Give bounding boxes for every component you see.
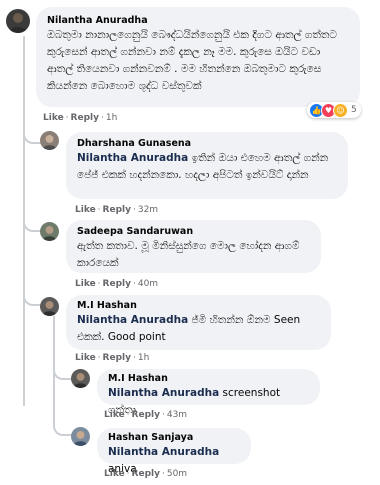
separator: · — [97, 279, 101, 289]
separator: · — [65, 113, 69, 123]
like-button[interactable]: Like — [104, 410, 125, 420]
avatar-image — [71, 369, 90, 388]
reaction-summary[interactable]: 👍 ♥ ☺ 5 — [307, 102, 361, 118]
reply-button[interactable]: Reply — [71, 113, 99, 123]
comment-actions: Like · Reply · 32m — [75, 204, 158, 216]
avatar[interactable] — [71, 369, 90, 388]
avatar-image — [40, 297, 59, 316]
like-button[interactable]: Like — [75, 279, 96, 289]
comment-bubble: Nilantha Anuradha ඔබතුමා නානාලගෙනුයි බෞද… — [36, 7, 360, 107]
separator: · — [132, 279, 136, 289]
comment-author[interactable]: M.I Hashan — [77, 299, 320, 312]
separator: · — [161, 469, 165, 479]
comment-author[interactable]: Hashan Sanjaya — [108, 431, 240, 444]
separator: · — [126, 469, 130, 479]
mention-link[interactable]: Nilantha Anuradha — [108, 387, 219, 399]
comment-actions: Like · Reply · 40m — [75, 278, 158, 290]
mention-link[interactable]: Nilantha Anuradha — [77, 152, 188, 164]
reply-button[interactable]: Reply — [103, 205, 131, 215]
timestamp[interactable]: 50m — [167, 469, 187, 479]
comment-actions: Like · Reply · 1h — [43, 112, 117, 124]
comment-body: Nilantha Anuradha ජ්මි හිතන්න ඕනම Seen එ… — [77, 312, 320, 346]
reply-button[interactable]: Reply — [132, 410, 160, 420]
avatar-image — [6, 9, 30, 33]
comment-thread: Nilantha Anuradha ඔබතුමා නානාලගෙනුයි බෞද… — [0, 0, 380, 485]
thread-line — [23, 108, 25, 406]
comment-author[interactable]: Dharshana Gunasena — [77, 137, 337, 150]
avatar-image — [71, 427, 90, 446]
comment-author[interactable]: Sadeepa Sandaruwan — [77, 225, 310, 238]
like-button[interactable]: Like — [104, 469, 125, 479]
avatar[interactable] — [71, 427, 90, 446]
timestamp[interactable]: 32m — [138, 205, 158, 215]
reply-button[interactable]: Reply — [132, 469, 160, 479]
comment-text: ඔබතුමා නානාලගෙනුයි බෞද්ධයින්ගෙනුයි එක දි… — [47, 29, 337, 92]
comment-actions: Like · Reply · 43m — [104, 409, 187, 421]
comment-text: ඇත්ත කතාව. මූ මිනිස්සුන්ගෙ මොල හෝදන ආගම්… — [77, 240, 300, 269]
separator: · — [126, 410, 130, 420]
separator: · — [161, 410, 165, 420]
avatar-image — [40, 222, 59, 241]
avatar[interactable] — [40, 131, 59, 150]
reply-button[interactable]: Reply — [103, 353, 131, 363]
like-button[interactable]: Like — [75, 353, 96, 363]
reply-button[interactable]: Reply — [103, 279, 131, 289]
avatar[interactable] — [40, 297, 59, 316]
avatar-image — [40, 131, 59, 150]
timestamp[interactable]: 1h — [106, 113, 117, 123]
separator: · — [97, 353, 101, 363]
mention-link[interactable]: Nilantha Anuradha — [77, 314, 188, 326]
mention-link[interactable]: Nilantha Anuradha — [108, 446, 219, 458]
comment-body: Nilantha Anuradha ඉතින් ඔයා එහෙම ආතල් ගන… — [77, 150, 337, 184]
reaction-count: 5 — [351, 105, 357, 115]
timestamp[interactable]: 40m — [138, 279, 158, 289]
separator: · — [97, 205, 101, 215]
comment-bubble: M.I Hashan Nilantha Anuradha ජ්මි හිතන්න… — [66, 295, 331, 350]
haha-icon: ☺ — [333, 102, 348, 118]
separator: · — [132, 205, 136, 215]
thread-line — [23, 36, 25, 108]
avatar[interactable] — [6, 9, 30, 33]
timestamp[interactable]: 1h — [138, 353, 149, 363]
separator: · — [132, 353, 136, 363]
comment-author[interactable]: Nilantha Anuradha — [47, 14, 349, 27]
timestamp[interactable]: 43m — [167, 410, 187, 420]
comment-bubble: Hashan Sanjaya Nilantha Anuradha aniva — [97, 428, 251, 475]
comment-bubble: Sadeepa Sandaruwan ඇත්ත කතාව. මූ මිනිස්ස… — [66, 220, 321, 273]
comment-author[interactable]: M.I Hashan — [108, 372, 309, 385]
comment-bubble: M.I Hashan Nilantha Anuradha screenshot … — [97, 369, 320, 416]
comment-actions: Like · Reply · 1h — [75, 352, 149, 364]
like-button[interactable]: Like — [75, 205, 96, 215]
like-button[interactable]: Like — [43, 113, 64, 123]
comment-bubble: Dharshana Gunasena Nilantha Anuradha ඉති… — [66, 132, 348, 199]
comment-actions: Like · Reply · 50m — [104, 468, 187, 480]
separator: · — [100, 113, 104, 123]
avatar[interactable] — [40, 222, 59, 241]
